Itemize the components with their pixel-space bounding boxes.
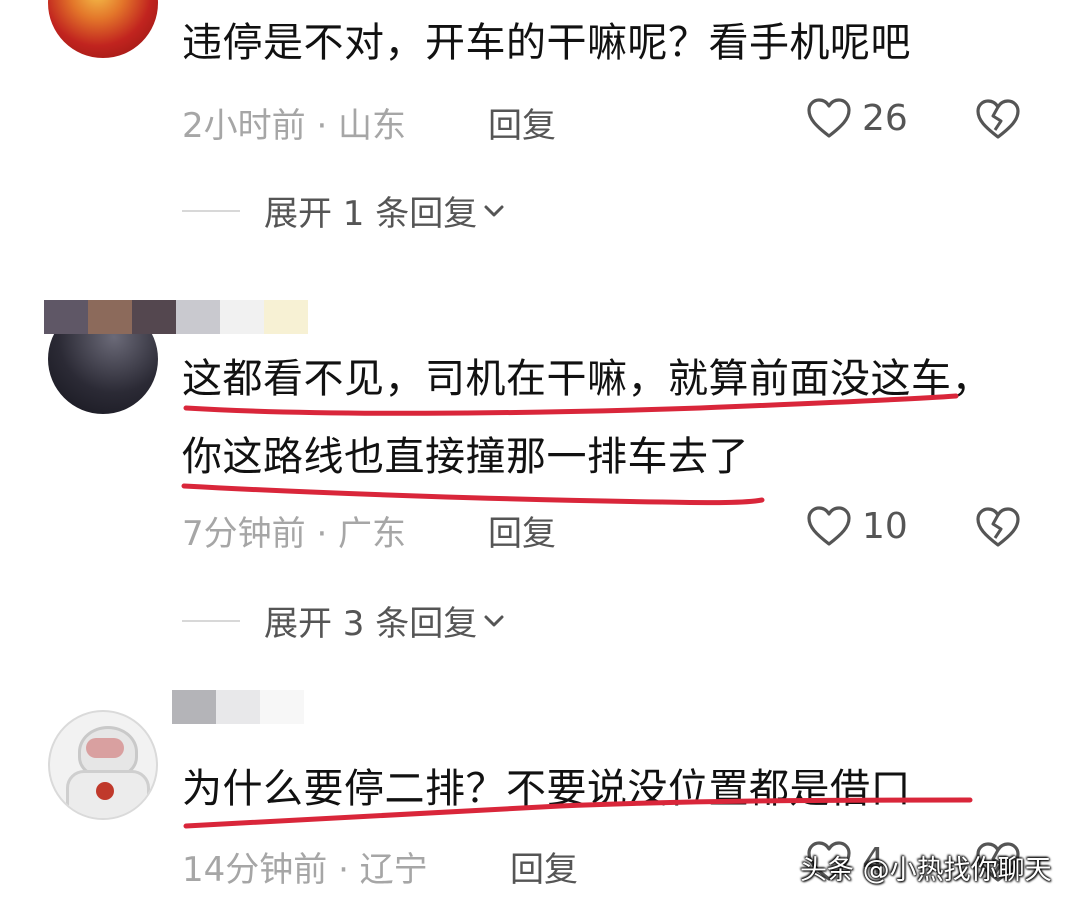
astronaut-badge [96,782,114,800]
underline-mark [181,483,765,506]
avatar[interactable] [48,710,158,820]
comment-text: 违停是不对，开车的干嘛呢？看手机呢吧 [182,20,911,66]
chevron-down-icon [484,615,504,626]
expand-replies-label: 展开 1 条回复 [264,194,478,234]
broken-heart-icon [976,507,1020,547]
watermark: 头条 @小热找你聊天 [800,855,1052,886]
dislike-button[interactable] [974,505,1022,553]
reply-button[interactable]: 回复 [488,98,556,147]
comment-text: 为什么要停二排？不要说没位置都是借口 [182,766,911,812]
username-blurred [172,690,304,724]
expand-replies[interactable]: 展开 1 条回复 [182,186,505,235]
dislike-button[interactable] [974,97,1022,145]
comment-meta: 7分钟前 · 广东 [182,514,407,554]
divider-line [182,209,240,212]
like-count: 26 [862,97,908,139]
reply-button[interactable]: 回复 [488,506,556,555]
expand-replies-label: 展开 3 条回复 [264,604,478,644]
avatar[interactable] [48,0,158,58]
like-button[interactable]: 10 [806,505,908,547]
broken-heart-icon [976,99,1020,139]
expand-replies[interactable]: 展开 3 条回复 [182,596,505,645]
like-count: 10 [862,505,908,547]
divider-line [182,619,240,622]
chevron-down-icon [484,205,504,216]
comment-meta: 2小时前 · 山东 [182,106,407,146]
like-button[interactable]: 26 [806,97,908,139]
username-blurred [44,300,308,334]
comment-meta: 14分钟前 · 辽宁 [182,850,428,890]
reply-button[interactable]: 回复 [510,842,578,891]
heart-icon [807,506,851,546]
heart-icon [807,98,851,138]
comment-text-line-1: 这都看不见，司机在干嘛，就算前面没这车， [182,356,992,402]
comment-text-line-2: 你这路线也直接撞那一排车去了 [182,434,749,480]
astronaut-visor [86,738,124,758]
